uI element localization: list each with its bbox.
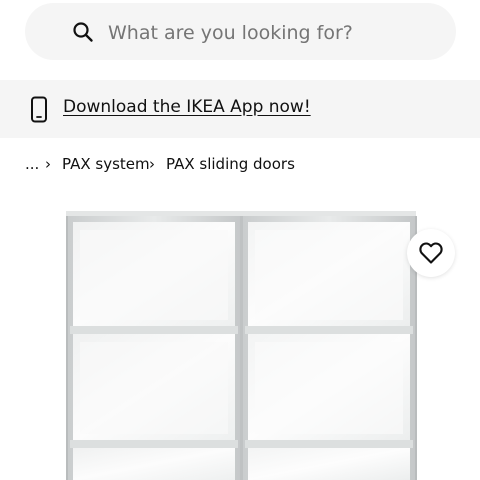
right-door <box>241 216 417 480</box>
mobile-phone-icon <box>31 96 47 123</box>
breadcrumb-chevron-icon: › <box>45 155 51 173</box>
left-door <box>66 216 242 480</box>
wardrobe-sliding-doors-image[interactable] <box>0 196 480 480</box>
heart-outline-icon <box>419 242 443 264</box>
search-bar[interactable] <box>25 3 456 60</box>
favourite-button[interactable] <box>407 229 455 277</box>
breadcrumb-item-pax-sliding-doors[interactable]: PAX sliding doors <box>166 153 295 175</box>
breadcrumb-item-pax-system[interactable]: PAX system <box>62 153 150 175</box>
breadcrumb-chevron-icon: › <box>149 155 155 173</box>
breadcrumb: ... › PAX system › PAX sliding doors <box>0 153 480 175</box>
product-image-area[interactable] <box>0 196 480 480</box>
search-input[interactable] <box>108 20 448 46</box>
download-app-link[interactable]: Download the IKEA App now! <box>63 96 311 118</box>
breadcrumb-item-more[interactable]: ... <box>25 153 39 175</box>
search-icon[interactable] <box>72 21 94 43</box>
